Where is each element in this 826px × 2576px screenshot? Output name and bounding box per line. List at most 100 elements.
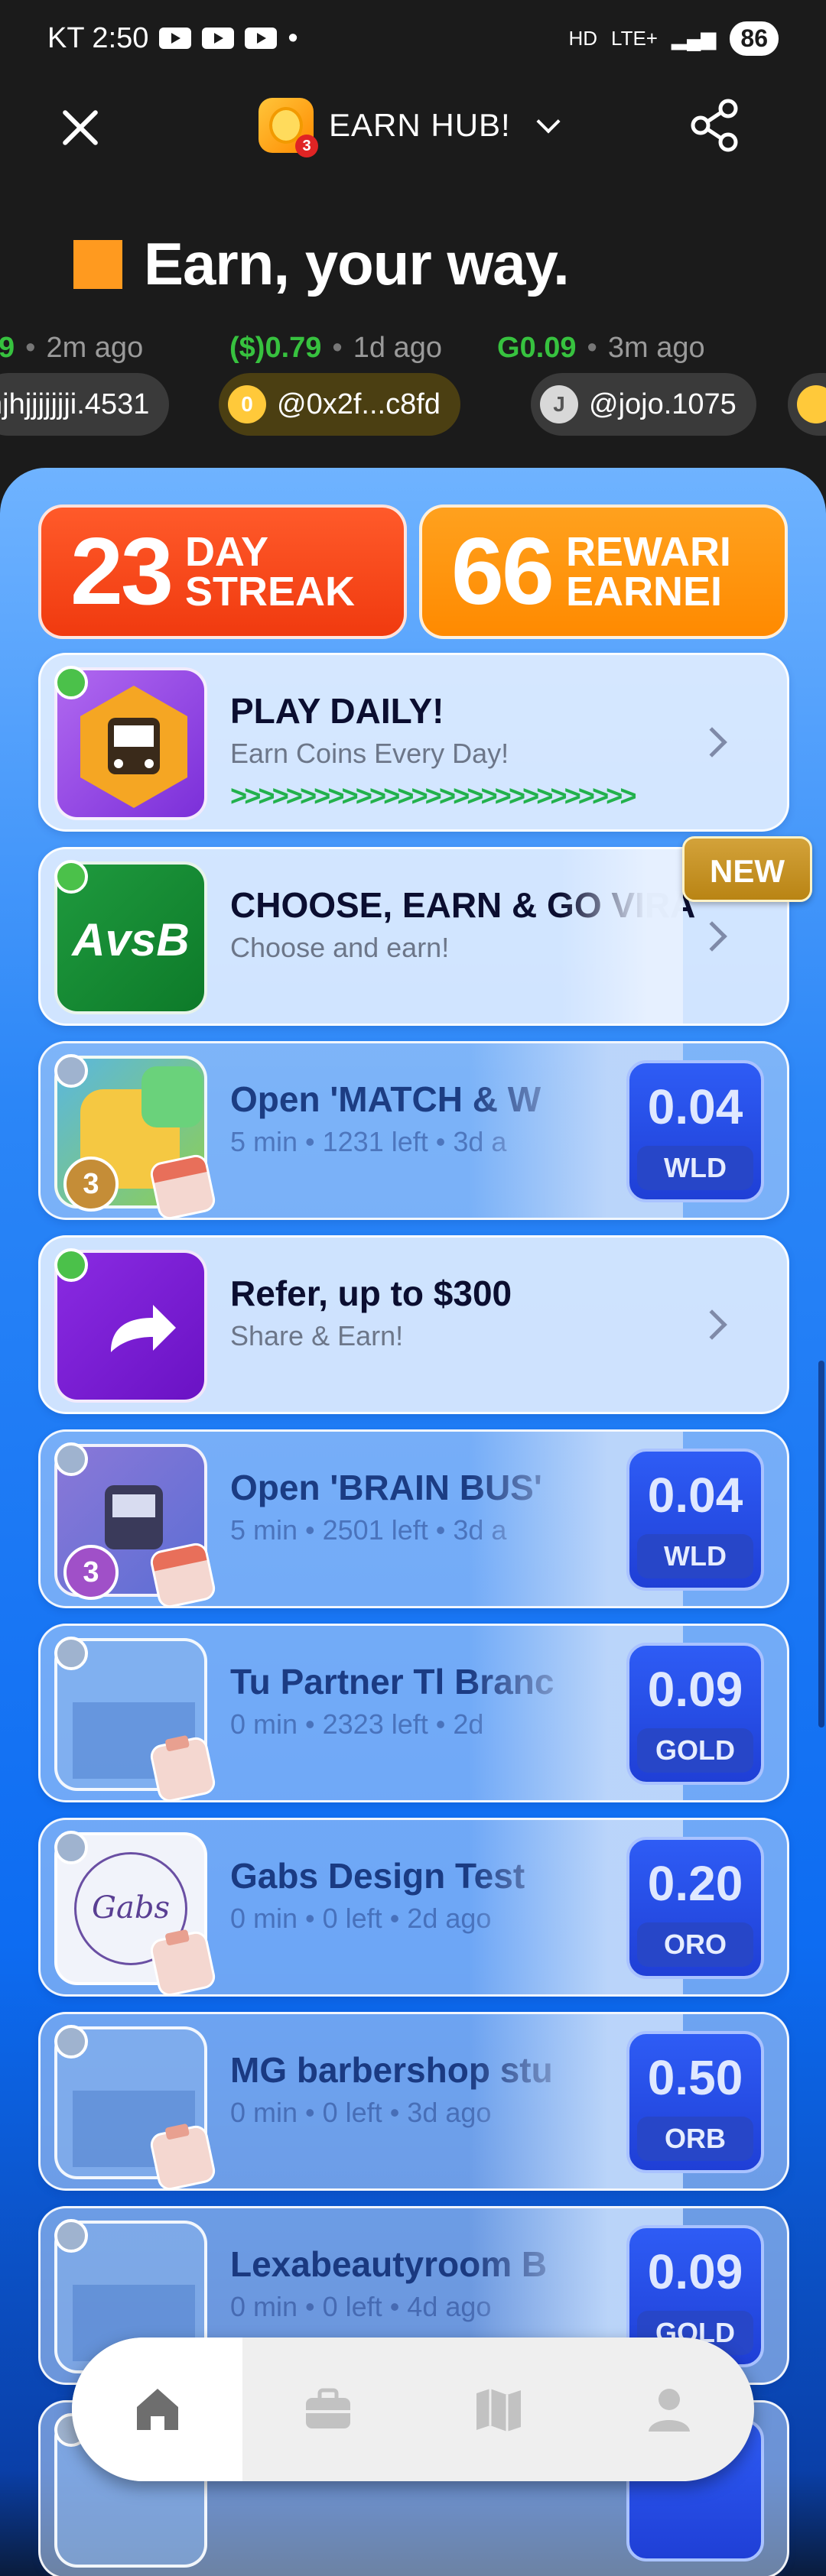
avatar: J: [540, 385, 578, 423]
clock: KT 2:50: [47, 21, 149, 54]
reward-value: 0.20: [647, 1856, 743, 1911]
calendar-icon: [148, 1540, 218, 1611]
reward-currency: WLD: [637, 1534, 753, 1578]
level-badge: 3: [63, 1157, 119, 1212]
reward-currency: ORB: [637, 2117, 753, 2161]
progress-chevrons: >>>>>>>>>>>>>>>>>>>>>>>>>>>>>: [230, 780, 637, 813]
earn-hub-logo: 3: [259, 98, 318, 157]
avatar: 0: [228, 385, 266, 423]
task-open-brain-bus[interactable]: 3 Open 'BRAIN BUS' 5 min • 2501 left • 3…: [38, 1429, 789, 1611]
task-title: Refer, up to $300: [230, 1273, 512, 1313]
streak-value: 23: [70, 519, 174, 625]
task-subtitle: Choose and earn!: [230, 932, 450, 963]
reward-box: 0.50 ORB: [626, 2031, 764, 2173]
new-badge: NEW: [682, 836, 812, 902]
task-tu-partner[interactable]: Tu Partner Tl Branc 0 min • 2323 left • …: [38, 1624, 789, 1805]
clipboard-icon: [148, 1929, 218, 1999]
clipboard-icon: [148, 2123, 218, 2193]
calendar-icon: [148, 1152, 218, 1222]
user-chip[interactable]: [788, 373, 826, 436]
user-chip[interactable]: hjhjjjjjjji.4531: [0, 373, 170, 436]
task-subtitle: 0 min • 2323 left • 2d: [230, 1708, 484, 1740]
battery-indicator: 86: [730, 21, 779, 56]
youtube-icon: [202, 28, 235, 49]
ticker-item: G0.09 • 3m ago: [497, 332, 705, 364]
reward-value: 0.04: [647, 1468, 743, 1523]
nav-map[interactable]: [413, 2338, 584, 2481]
hub-switcher[interactable]: 3 EARN HUB!: [259, 98, 561, 157]
share-icon[interactable]: [688, 98, 743, 153]
rewards-line1: REWARI: [565, 529, 731, 575]
status-bar: KT 2:50 • HD LTE+ ▂▄▆ 86: [0, 0, 826, 76]
close-icon[interactable]: [55, 102, 106, 153]
streak-line2: STREAK: [184, 569, 355, 615]
status-dot: [54, 1831, 88, 1864]
reward-currency: GOLD: [637, 1728, 753, 1773]
task-subtitle: Share & Earn!: [230, 1320, 404, 1351]
network-label: LTE+: [611, 26, 658, 50]
reward-box: 0.04 WLD: [626, 1060, 764, 1202]
clipboard-icon: [148, 1734, 218, 1805]
reward-value: 0.50: [647, 2050, 743, 2105]
rewards-line2: EARNEI: [565, 569, 722, 615]
ticker-item: 9 • 2m ago: [0, 332, 144, 364]
voicemail-icon: [159, 28, 192, 49]
hd-icon: HD: [568, 26, 598, 50]
task-subtitle: 5 min • 2501 left • 3d a: [230, 1514, 507, 1546]
reward-value: 0.09: [647, 2244, 743, 2299]
task-mg-barbershop[interactable]: MG barbershop stu 0 min • 0 left • 3d ag…: [38, 2012, 789, 2193]
tasks-panel: 23 DAY STREAK 66 REWARI EARNEI PLAY DAIL…: [0, 468, 826, 2576]
rewards-card: 66 REWARI EARNEI: [419, 504, 788, 639]
status-dot: [54, 860, 88, 894]
level-badge: 3: [63, 1545, 119, 1600]
streak-card: 23 DAY STREAK: [38, 504, 407, 639]
reward-box: 0.20 ORO: [626, 1837, 764, 1979]
reward-box: 0.09 GOLD: [626, 1643, 764, 1785]
reward-currency: WLD: [637, 1146, 753, 1190]
reward-currency: ORO: [637, 1922, 753, 1967]
task-refer[interactable]: Refer, up to $300 Share & Earn!: [38, 1235, 789, 1414]
briefcase-icon: [305, 2388, 350, 2428]
user-chip-row: hjhjjjjjjji.4531 0 @0x2f...c8fd J @jojo.…: [0, 373, 826, 442]
logo-badge: 3: [295, 135, 318, 157]
scrollbar[interactable]: [818, 1361, 824, 1728]
hub-title: EARN HUB!: [329, 107, 511, 143]
status-dot: [54, 2219, 88, 2253]
chevron-down-icon: [536, 109, 561, 134]
youtube-icon: [245, 28, 278, 49]
reward-value: 0.04: [647, 1079, 743, 1134]
task-subtitle: 0 min • 0 left • 4d ago: [230, 2291, 492, 2322]
nav-tasks[interactable]: [242, 2338, 413, 2481]
earnings-ticker: 9 • 2m ago ($)0.79 • 1d ago G0.09 • 3m ago: [0, 327, 826, 373]
task-gabs-design[interactable]: Gabs Gabs Design Test 0 min • 0 left • 2…: [38, 1818, 789, 1999]
status-dot: [54, 666, 88, 699]
reward-box: 0.04 WLD: [626, 1449, 764, 1591]
user-chip[interactable]: J @jojo.1075: [531, 373, 756, 436]
nav-profile[interactable]: [584, 2338, 754, 2481]
nav-home[interactable]: [72, 2338, 242, 2481]
chevron-right-icon: [697, 727, 727, 758]
hero-title: Earn, your way.: [144, 230, 570, 297]
bottom-nav: [72, 2338, 754, 2481]
ticker-item: ($)0.79 • 1d ago: [229, 332, 442, 364]
status-dot: [54, 1442, 88, 1476]
task-subtitle: 5 min • 1231 left • 3d a: [230, 1126, 507, 1157]
task-title: PLAY DAILY!: [230, 691, 444, 731]
signal-icon: ▂▄▆: [671, 26, 717, 50]
hero-square-icon: [73, 239, 122, 289]
task-open-match[interactable]: 3 Open 'MATCH & W 5 min • 1231 left • 3d…: [38, 1041, 789, 1222]
task-choose-earn[interactable]: AvsB CHOOSE, EARN & GO VIRA Choose and e…: [38, 847, 789, 1026]
task-subtitle: 0 min • 0 left • 3d ago: [230, 2097, 492, 2128]
top-bar: 3 EARN HUB!: [0, 84, 826, 168]
map-icon: [476, 2389, 521, 2432]
avatar: [797, 385, 826, 423]
rewards-value: 66: [451, 519, 554, 625]
status-dot: [54, 1637, 88, 1670]
status-dot: [54, 1054, 88, 1088]
notification-dot-icon: •: [288, 21, 298, 54]
user-chip[interactable]: 0 @0x2f...c8fd: [219, 373, 460, 436]
hero: Earn, your way.: [73, 229, 570, 299]
task-play-daily[interactable]: PLAY DAILY! Earn Coins Every Day! >>>>>>…: [38, 653, 789, 832]
status-dot: [54, 1248, 88, 1282]
home-icon: [136, 2389, 178, 2430]
